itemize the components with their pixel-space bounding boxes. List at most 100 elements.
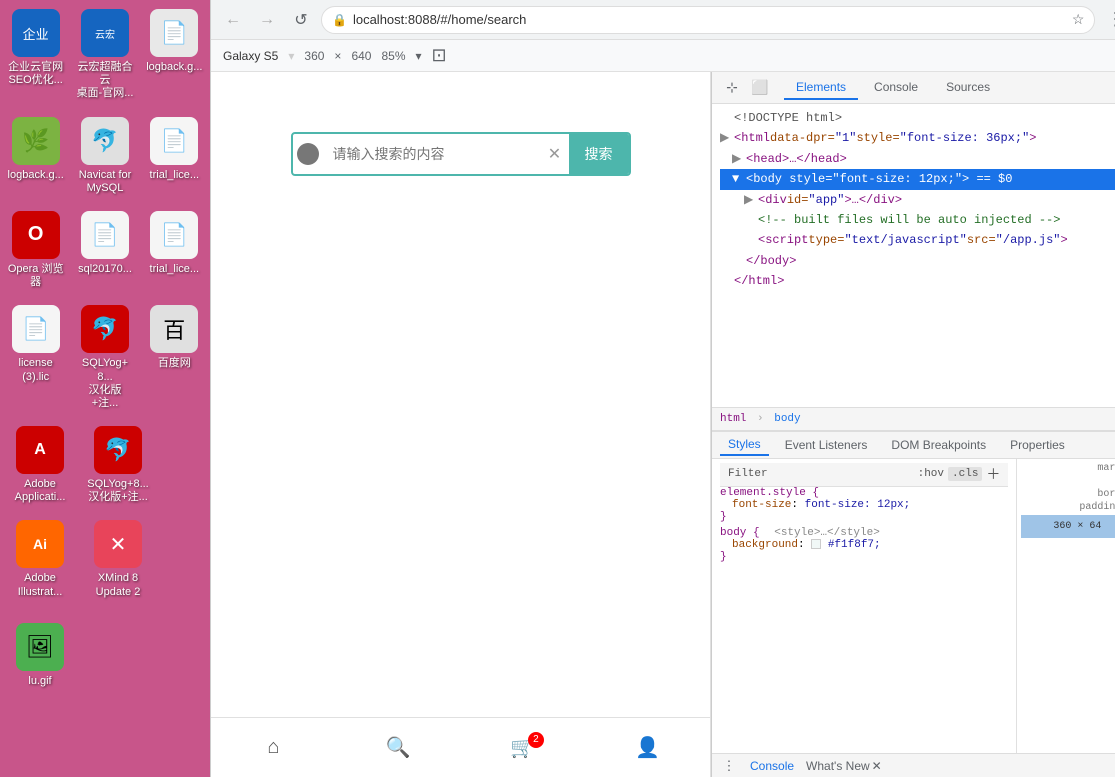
dom-line-doctype[interactable]: <!DOCTYPE html> — [720, 108, 1115, 128]
filter-cls[interactable]: .cls — [948, 467, 982, 481]
nav-search-button[interactable]: 🔍 — [373, 728, 423, 768]
home-icon: ⌂ — [267, 736, 279, 759]
dpr-val: "1" — [835, 128, 857, 148]
border-label: border — [1021, 489, 1115, 500]
dom-line-div-app[interactable]: ▶ <div id="app">…</div> — [720, 190, 1115, 210]
filter-hov[interactable]: :hov — [918, 468, 944, 480]
body-close-tag: </body> — [746, 251, 796, 271]
id-attr: id= — [787, 190, 809, 210]
desktop-icon-lugif[interactable]: 🖼 lu.gif — [5, 619, 75, 692]
icon-label-baidu: 百度网 — [158, 357, 191, 370]
bookmark-icon[interactable]: ☆ — [1072, 11, 1085, 28]
style-attr: style= — [856, 128, 899, 148]
dom-line-head[interactable]: ▶ <head>…</head> — [720, 149, 1115, 169]
desktop-icon-opera[interactable]: O Opera 浏览器 — [5, 207, 66, 293]
lock-icon: 🔒 — [332, 13, 347, 27]
browser-more-button[interactable]: ⋮ — [1101, 6, 1115, 34]
breadcrumb-html[interactable]: html — [720, 413, 746, 425]
desktop-icon-2[interactable]: 云宏 云宏超融合云桌面-官网... — [74, 5, 135, 105]
dom-line-html-close: </html> — [720, 271, 1115, 291]
device-toolbar: Galaxy S5 ▾ 360 × 640 85% ▾ ⊡ — [211, 40, 1115, 72]
desktop-icon-sqlyog2[interactable]: 🐬 SQLYog+8...汉化版+注... — [83, 422, 153, 508]
icon-label-trial2: trial_lice... — [150, 263, 200, 276]
zoom-dropdown-icon[interactable]: ▾ — [416, 49, 422, 63]
icon-label-opera: Opera 浏览器 — [7, 263, 64, 289]
forward-button[interactable]: → — [253, 6, 281, 34]
tab-console[interactable]: Console — [862, 76, 930, 100]
address-bar[interactable]: 🔒 localhost:8088/#/home/search ☆ — [321, 6, 1095, 34]
desktop-icon-baidu[interactable]: 百 百度网 — [144, 301, 205, 374]
url-text: localhost:8088/#/home/search — [353, 12, 1066, 27]
nav-user-button[interactable]: 👤 — [623, 728, 673, 768]
expand-arrow-head[interactable]: ▶ — [732, 149, 746, 169]
search-submit-button[interactable]: 搜索 — [569, 134, 629, 174]
desktop-icon-1[interactable]: 企业 企业云官网SEO优化... — [5, 5, 66, 91]
icon-label-adobe: AdobeApplicati... — [15, 478, 66, 504]
search-page: ✕ 搜索 — [211, 72, 710, 717]
dom-line-script[interactable]: <script type="text/javascript" src="/app… — [720, 230, 1115, 250]
devtools-bottom-more-icon[interactable]: ⋮ — [720, 757, 738, 775]
dom-line-html[interactable]: ▶ <html data-dpr="1" style="font-size: 3… — [720, 128, 1115, 148]
html-close-tag: </html> — [734, 271, 784, 291]
search-clear-button[interactable]: ✕ — [541, 140, 569, 168]
desktop-icon-illustrator[interactable]: Ai AdobeIllustrat... — [5, 516, 75, 602]
desktop-icon-logback2[interactable]: 🌿 logback.g... — [5, 113, 66, 186]
desktop-icon-trial2[interactable]: 📄 trial_lice... — [144, 207, 205, 280]
tab-elements[interactable]: Elements — [784, 76, 858, 100]
tab-styles[interactable]: Styles — [720, 434, 769, 456]
bottom-console-tab[interactable]: Console — [746, 759, 798, 773]
devtools-panel: ⊹ ⬜ Elements Console Sources » <!DOCTYPE… — [711, 72, 1115, 777]
refresh-button[interactable]: ↺ — [287, 6, 315, 34]
dom-line-body[interactable]: ▼ <body style="font-size: 12px;"> == $0 — [720, 169, 1115, 189]
dimension-separator: ▾ — [288, 49, 294, 63]
tab-sources[interactable]: Sources — [934, 76, 1002, 100]
tab-dom-breakpoints[interactable]: DOM Breakpoints — [883, 435, 994, 455]
body-tag-text: <body style="font-size: 12px;"> == $0 — [746, 169, 1012, 189]
device-width: 360 — [304, 49, 324, 63]
dom-breadcrumb: html › body — [712, 407, 1115, 431]
icon-label-license: license(3).lic — [19, 357, 53, 383]
expand-arrow-body[interactable]: ▼ — [732, 169, 746, 189]
zoom-value: 85% — [381, 49, 405, 63]
rotate-icon[interactable]: ⊡ — [432, 45, 447, 66]
desktop-icon-license[interactable]: 📄 license(3).lic — [5, 301, 66, 387]
icon-label-xmind: XMind 8Update 2 — [96, 572, 141, 598]
whats-new-tab[interactable]: What's New ✕ — [806, 759, 882, 773]
breadcrumb-sep: › — [750, 413, 770, 425]
back-button[interactable]: ← — [219, 6, 247, 34]
icon-label-logback2: logback.g... — [8, 169, 64, 182]
filter-input[interactable] — [772, 468, 914, 480]
nav-home-button[interactable]: ⌂ — [248, 728, 298, 768]
device-toggle-button[interactable]: ⬜ — [748, 76, 772, 100]
box-model-panel: margin − border padding − 360 × 64 — [1017, 459, 1115, 754]
icon-label-trial: trial_lice... — [150, 169, 200, 182]
type-val: "text/javascript" — [844, 230, 966, 250]
body-style-source: <style>…</style> — [774, 527, 880, 539]
icon-label-1: 企业云官网SEO优化... — [8, 61, 63, 87]
bottom-navigation: ⌂ 🔍 🛒 2 👤 — [211, 717, 710, 777]
filter-add-button[interactable]: ＋ — [986, 464, 1000, 484]
desktop-icon-navicat[interactable]: 🐬 Navicat forMySQL — [74, 113, 135, 199]
tab-properties[interactable]: Properties — [1002, 435, 1073, 455]
devtools-tool-icons: ⊹ ⬜ — [720, 76, 772, 100]
dpr-attr: data-dpr= — [770, 128, 835, 148]
desktop-sidebar: 企业 企业云官网SEO优化... 云宏 云宏超融合云桌面-官网... 📄 log… — [0, 0, 210, 777]
desktop-icon-logback1[interactable]: 📄 logback.g... — [144, 5, 205, 78]
desktop-icon-sqlyog1[interactable]: 🐬 SQLYog+8...汉化版+注... — [74, 301, 135, 414]
expand-arrow-app[interactable]: ▶ — [744, 190, 758, 210]
search-input[interactable] — [323, 136, 541, 172]
expand-arrow-html[interactable]: ▶ — [720, 128, 734, 148]
browser-content-area: ✕ 搜索 ⌂ 🔍 🛒 2 👤 — [211, 72, 1115, 777]
inspect-element-button[interactable]: ⊹ — [720, 76, 744, 100]
desktop-icon-trial[interactable]: 📄 trial_lice... — [144, 113, 205, 186]
id-val: "app" — [808, 190, 844, 210]
dom-line-body-close: </body> — [720, 251, 1115, 271]
whats-new-close-icon[interactable]: ✕ — [872, 759, 882, 773]
breadcrumb-body[interactable]: body — [774, 413, 800, 425]
tab-event-listeners[interactable]: Event Listeners — [777, 435, 876, 455]
nav-cart-button[interactable]: 🛒 2 — [498, 728, 548, 768]
whats-new-label: What's New — [806, 759, 870, 773]
desktop-icon-sql2017[interactable]: 📄 sql20170... — [74, 207, 135, 280]
desktop-icon-adobe[interactable]: A AdobeApplicati... — [5, 422, 75, 508]
desktop-icon-xmind[interactable]: ✕ XMind 8Update 2 — [83, 516, 153, 602]
